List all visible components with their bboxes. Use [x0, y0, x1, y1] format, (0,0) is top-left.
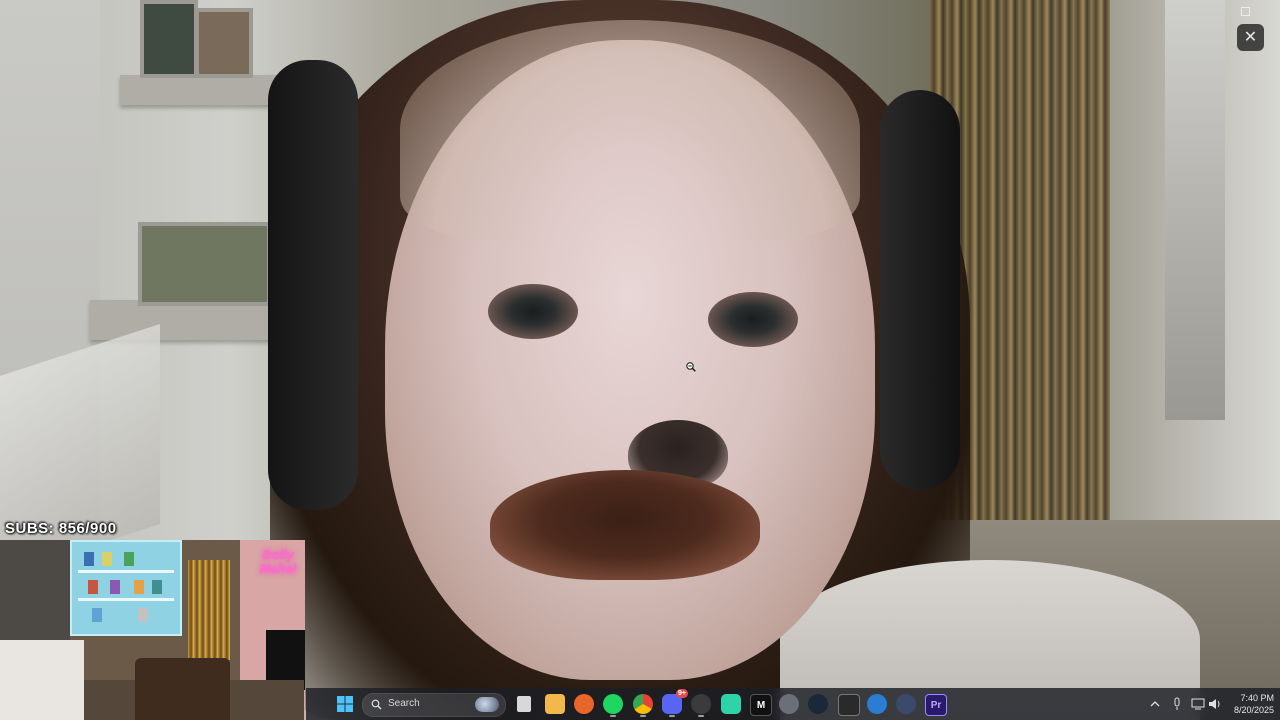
- search-icon: [371, 699, 382, 710]
- clock-time: 7:40 PM: [1240, 693, 1274, 703]
- chrome-icon[interactable]: [633, 694, 653, 714]
- room-tinsel: [188, 560, 230, 660]
- shelf-item: [110, 580, 120, 594]
- shelf-item: [152, 580, 162, 594]
- task-view-icon[interactable]: [517, 696, 531, 712]
- running-indicator: [669, 715, 675, 717]
- network-icon[interactable]: [1191, 697, 1205, 711]
- running-indicator: [640, 715, 646, 717]
- person-bangs: [400, 20, 860, 240]
- shelf-item: [102, 552, 112, 566]
- chat-app-icon[interactable]: [721, 694, 741, 714]
- volume-icon[interactable]: [1208, 697, 1222, 711]
- subs-counter: SUBS: 856/900: [5, 520, 117, 537]
- headphone-right: [880, 90, 960, 490]
- maximize-button[interactable]: [1239, 5, 1251, 17]
- premiere-pro-glyph: Pr: [930, 699, 942, 711]
- wall-shelf: [90, 300, 290, 340]
- spotify-icon[interactable]: [603, 694, 623, 714]
- edge-app-icon[interactable]: [867, 694, 887, 714]
- shelf-item: [134, 580, 144, 594]
- microphone-icon[interactable]: [1172, 697, 1182, 711]
- shelf-item: [138, 608, 148, 622]
- lit-shelf: [70, 540, 182, 636]
- streamer-app-icon[interactable]: M: [750, 694, 772, 716]
- discord-notification-badge: 9+: [676, 689, 688, 698]
- zoom-out-cursor-icon: [686, 362, 696, 372]
- doorway: [1165, 0, 1225, 420]
- chevron-up-icon[interactable]: [1150, 697, 1160, 711]
- taskbar-search-input[interactable]: Search: [362, 693, 506, 717]
- room-door: [0, 540, 70, 640]
- running-indicator: [610, 715, 616, 717]
- start-windows-icon[interactable]: [336, 695, 354, 713]
- obs-icon[interactable]: [691, 694, 711, 714]
- maximize-icon: [1240, 6, 1250, 16]
- system-clock[interactable]: 7:40 PM 8/20/2025: [1222, 692, 1274, 716]
- webcam-window: ✕ SUBS: 856/900 Dolly Mahal Search 9+ M …: [0, 0, 1280, 720]
- picture-frame: [138, 222, 271, 306]
- vpn-icon[interactable]: [896, 694, 916, 714]
- firefox-icon[interactable]: [574, 694, 594, 714]
- clock-date: 8/20/2025: [1233, 705, 1274, 715]
- filter-eye-left: [488, 284, 578, 339]
- picture-frame: [140, 0, 198, 78]
- filter-eye-right: [708, 292, 798, 347]
- shelf-row: [78, 570, 174, 573]
- search-highlight-globe-icon: [475, 697, 499, 712]
- shelf-row: [78, 598, 174, 601]
- steam-icon[interactable]: [808, 694, 828, 714]
- shelf-item: [88, 580, 98, 594]
- discord-icon[interactable]: 9+: [662, 689, 688, 714]
- filter-mustache: [490, 470, 760, 580]
- close-icon: ✕: [1243, 29, 1258, 46]
- shelf-item: [124, 552, 134, 566]
- running-indicator: [698, 715, 704, 717]
- streamer-app-glyph: M: [756, 699, 766, 711]
- close-button[interactable]: ✕: [1237, 24, 1264, 51]
- neon-sign: Dolly Mahal: [259, 547, 297, 576]
- shelf-item: [92, 608, 102, 622]
- file-explorer-icon[interactable]: [545, 694, 565, 714]
- picture-frame: [195, 8, 253, 78]
- headphone-left: [268, 60, 358, 510]
- elgato-icon[interactable]: [838, 694, 860, 716]
- app-icon[interactable]: [779, 694, 799, 714]
- shelf-item: [84, 552, 94, 566]
- premiere-pro-icon[interactable]: Pr: [925, 694, 947, 716]
- search-placeholder: Search: [388, 698, 420, 709]
